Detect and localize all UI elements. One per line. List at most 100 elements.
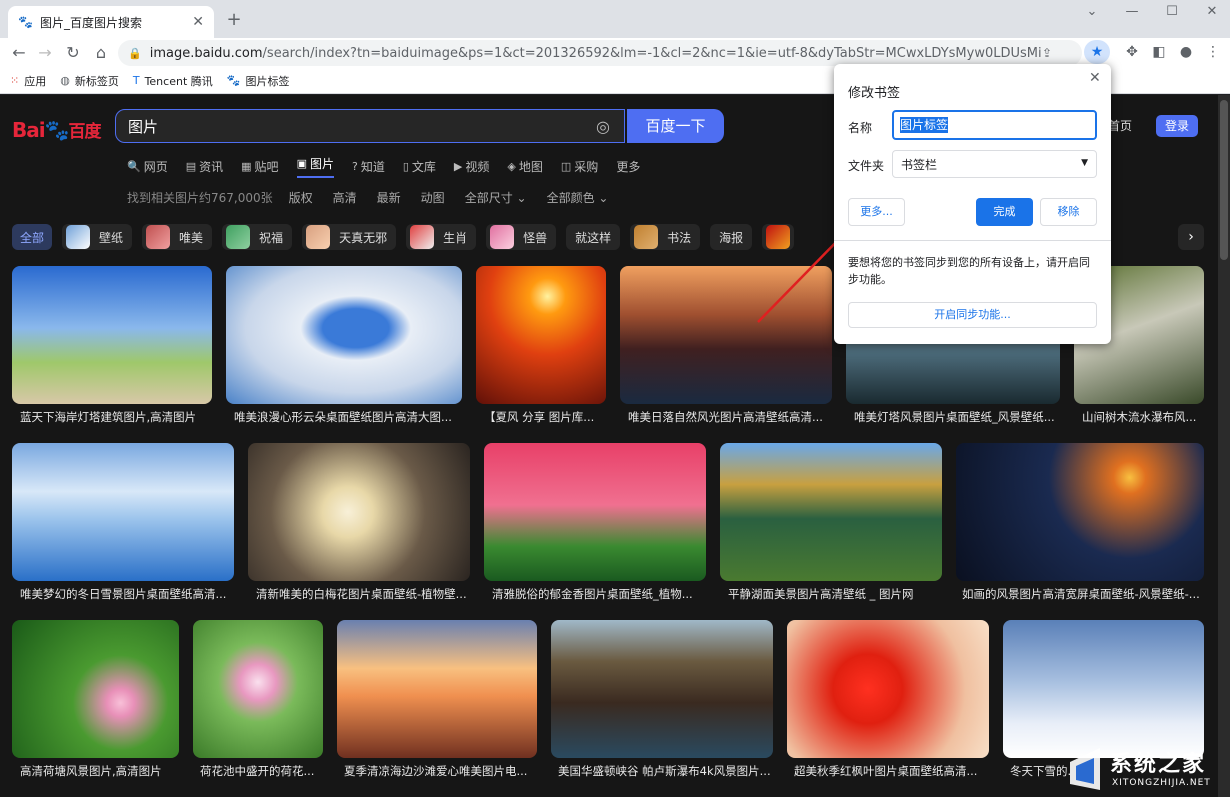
scrollbar-thumb[interactable]: [1220, 100, 1228, 260]
image-lighthouse[interactable]: [12, 266, 212, 404]
filter-color[interactable]: 全部颜色 ⌄: [547, 189, 609, 206]
image-fireworks[interactable]: [956, 443, 1204, 581]
share-icon[interactable]: ⇪: [1042, 46, 1052, 60]
login-button[interactable]: 登录: [1156, 115, 1198, 137]
home-icon[interactable]: ⌂: [90, 42, 112, 64]
image-lotus-flower[interactable]: [193, 620, 323, 758]
result-count: 找到相关图片约767,000张: [127, 191, 273, 205]
image-caption[interactable]: 超美秋季红枫叶图片桌面壁纸高清...: [794, 763, 986, 779]
image-caption[interactable]: 唯美灯塔风景图片桌面壁纸_风景壁纸...: [854, 409, 1058, 425]
image-caption[interactable]: 蓝天下海岸灯塔建筑图片,高清图片: [20, 409, 210, 425]
search-button[interactable]: 百度一下: [627, 109, 724, 143]
image-caption[interactable]: 冬天下雪的...: [1010, 763, 1070, 779]
bookmark-tencent[interactable]: T Tencent 腾讯: [133, 73, 213, 89]
remove-button[interactable]: 移除: [1040, 198, 1097, 226]
tag-beautiful[interactable]: 唯美: [142, 224, 213, 250]
filter-hd[interactable]: 高清: [333, 189, 357, 206]
lock-icon[interactable]: 🔒: [128, 47, 142, 60]
image-caption[interactable]: 【夏风 分享 图片库...: [484, 409, 604, 425]
more-button[interactable]: 更多...: [848, 198, 905, 226]
image-plum-blossom[interactable]: [248, 443, 470, 581]
tag-wallpaper[interactable]: 壁纸: [62, 224, 133, 250]
image-calm-lake[interactable]: [720, 443, 942, 581]
back-icon[interactable]: ←: [8, 42, 30, 64]
image-beach-sunset[interactable]: [337, 620, 537, 758]
filter-size[interactable]: 全部尺寸 ⌄: [465, 189, 527, 206]
profile-icon[interactable]: ●: [1176, 42, 1196, 62]
forward-icon[interactable]: →: [34, 42, 56, 64]
nav-more[interactable]: 更多: [616, 155, 640, 178]
image-caption[interactable]: 高清荷塘风景图片,高清图片: [20, 763, 180, 779]
nav-web[interactable]: 🔍 网页: [127, 155, 168, 178]
image-caption[interactable]: 山间树木流水瀑布风...: [1082, 409, 1202, 425]
folder-select[interactable]: 书签栏 ▼: [892, 150, 1097, 178]
question-icon: ?: [351, 160, 358, 173]
side-panel-icon[interactable]: ◧: [1149, 42, 1169, 62]
camera-icon[interactable]: ◎: [596, 117, 610, 136]
image-sunset-figure[interactable]: [476, 266, 606, 404]
close-icon[interactable]: ✕: [1089, 70, 1101, 86]
close-window-icon[interactable]: ✕: [1192, 0, 1230, 26]
menu-icon[interactable]: ⋮: [1203, 42, 1223, 62]
filter-latest[interactable]: 最新: [377, 189, 401, 206]
close-tab-icon[interactable]: ✕: [192, 14, 204, 30]
bookmark-image-tag[interactable]: 🐾 图片标签: [227, 73, 290, 89]
bookmark-newtab[interactable]: ◍ 新标签页: [60, 73, 119, 89]
filter-animated[interactable]: 动图: [421, 189, 445, 206]
new-tab-icon[interactable]: +: [224, 10, 244, 30]
home-link[interactable]: 首页: [1108, 117, 1132, 134]
image-caption[interactable]: 唯美日落自然风光图片高清壁纸高清...: [628, 409, 828, 425]
enable-sync-button[interactable]: 开启同步功能...: [848, 302, 1097, 328]
image-caption[interactable]: 清雅脱俗的郁金香图片桌面壁纸_植物...: [492, 586, 704, 602]
next-tags-icon[interactable]: ›: [1178, 224, 1204, 250]
nav-images[interactable]: ▣ 图片: [296, 155, 334, 178]
nav-shopping[interactable]: ◫ 采购: [561, 155, 598, 178]
image-caption[interactable]: 如画的风景图片高清宽屏桌面壁纸-风景壁纸-...: [962, 586, 1200, 602]
baidu-logo[interactable]: Bai🐾百度: [12, 117, 102, 142]
image-red-maple[interactable]: [787, 620, 989, 758]
tab-search-icon[interactable]: ⌄: [1072, 0, 1112, 26]
maximize-icon[interactable]: ☐: [1152, 0, 1192, 26]
image-caption[interactable]: 美国华盛顿峡谷 帕卢斯瀑布4k风景图片...: [558, 763, 770, 779]
nav-video[interactable]: ▶ 视频: [454, 155, 489, 178]
tag-monster[interactable]: 怪兽: [486, 224, 557, 250]
nav-tieba[interactable]: ▦ 贴吧: [241, 155, 278, 178]
extensions-icon[interactable]: ✥: [1122, 42, 1142, 62]
bookmark-apps[interactable]: ⁙ 应用: [10, 73, 46, 89]
tag-poster[interactable]: 海报: [710, 224, 753, 250]
url-text[interactable]: image.baidu.com/search/index?tn=baiduima…: [150, 46, 1042, 61]
browser-tab[interactable]: 🐾 图片_百度图片搜索 ✕: [8, 6, 214, 38]
image-caption[interactable]: 唯美梦幻的冬日雪景图片桌面壁纸高清...: [20, 586, 232, 602]
done-button[interactable]: 完成: [976, 198, 1033, 226]
image-lotus-pond[interactable]: [12, 620, 179, 758]
image-snowy-tree[interactable]: [1003, 620, 1204, 758]
image-caption[interactable]: 清新唯美的白梅花图片桌面壁纸-植物壁...: [256, 586, 468, 602]
image-caption[interactable]: 荷花池中盛开的荷花...: [200, 763, 322, 779]
address-bar[interactable]: 🔒 image.baidu.com/search/index?tn=baidui…: [118, 40, 1082, 66]
divider: [834, 240, 1111, 241]
image-caption[interactable]: 唯美浪漫心形云朵桌面壁纸图片高清大图...: [234, 409, 460, 425]
tag-blessing[interactable]: 祝福: [222, 224, 293, 250]
tag-all[interactable]: 全部: [12, 224, 53, 250]
tieba-icon: ▦: [241, 160, 252, 173]
tag-innocent[interactable]: 天真无邪: [302, 224, 397, 250]
image-caption[interactable]: 夏季清凉海边沙滩爱心唯美图片电...: [344, 763, 536, 779]
filter-copyright[interactable]: 版权: [289, 189, 313, 206]
nav-map[interactable]: ◈ 地图: [507, 155, 542, 178]
nav-wenku[interactable]: ▯ 文库: [403, 155, 436, 178]
search-input[interactable]: 图片 ◎: [115, 109, 625, 143]
image-palouse-falls[interactable]: [551, 620, 773, 758]
tag-zodiac[interactable]: 生肖: [406, 224, 477, 250]
reload-icon[interactable]: ↻: [62, 42, 84, 64]
image-heart-cloud[interactable]: [226, 266, 462, 404]
nav-news[interactable]: ▤ 资讯: [186, 155, 223, 178]
bookmark-star-icon[interactable]: ★: [1084, 40, 1110, 64]
nav-zhidao[interactable]: ? 知道: [352, 155, 385, 178]
image-tulips[interactable]: [484, 443, 706, 581]
tag-calligraphy[interactable]: 书法: [630, 224, 701, 250]
image-winter-lake[interactable]: [12, 443, 234, 581]
minimize-icon[interactable]: —: [1112, 0, 1152, 26]
tag-just-so[interactable]: 就这样: [566, 224, 621, 250]
image-caption[interactable]: 平静湖面美景图片高清壁纸 _ 图片网: [728, 586, 940, 602]
bookmark-name-field[interactable]: 图片标签: [892, 110, 1097, 140]
